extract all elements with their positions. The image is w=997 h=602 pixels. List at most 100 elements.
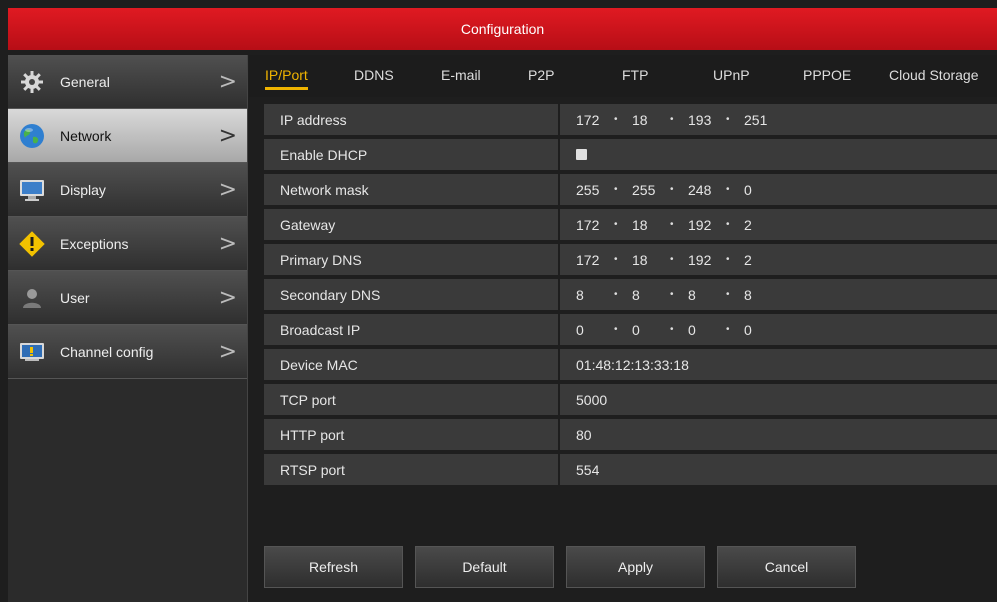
chevron-right-icon: > xyxy=(218,177,237,202)
octet-separator: • xyxy=(670,219,674,230)
ip-octet[interactable]: 18 xyxy=(632,252,670,268)
device-mac-value: 01:48:12:13:33:18 xyxy=(560,349,997,380)
ip-octet[interactable]: 8 xyxy=(632,287,670,303)
action-buttons: Refresh Default Apply Cancel xyxy=(264,546,868,588)
gateway-input[interactable]: 172 • 18 • 192 • 2 xyxy=(560,209,997,240)
sidebar-item-label: Display xyxy=(60,181,106,198)
sidebar-item-channel-config[interactable]: Channel config > xyxy=(8,325,247,379)
primary-dns-input[interactable]: 172 • 18 • 192 • 2 xyxy=(560,244,997,275)
ip-address-input[interactable]: 172 • 18 • 193 • 251 xyxy=(560,104,997,135)
sidebar-item-general[interactable]: General > xyxy=(8,55,247,109)
tab-p2p[interactable]: P2P xyxy=(528,67,554,83)
tcp-port-input[interactable]: 5000 xyxy=(560,384,997,415)
ip-octet[interactable]: 248 xyxy=(688,182,726,198)
warning-icon xyxy=(18,230,46,258)
default-button[interactable]: Default xyxy=(415,546,554,588)
form-row-ip-address: IP address 172 • 18 • 193 • 251 xyxy=(264,104,997,135)
octet-separator: • xyxy=(726,289,730,300)
ip-octet[interactable]: 251 xyxy=(744,112,782,128)
sidebar-item-label: User xyxy=(60,289,90,306)
refresh-button[interactable]: Refresh xyxy=(264,546,403,588)
http-port-input[interactable]: 80 xyxy=(560,419,997,450)
monitor-icon xyxy=(18,176,46,204)
tab-cloud-storage[interactable]: Cloud Storage xyxy=(889,67,979,83)
ip-octet[interactable]: 193 xyxy=(688,112,726,128)
ip-octet[interactable]: 8 xyxy=(576,287,614,303)
chevron-right-icon: > xyxy=(218,231,237,256)
octet-separator: • xyxy=(670,184,674,195)
ip-octet[interactable]: 255 xyxy=(632,182,670,198)
form-row-secondary-dns: Secondary DNS 8 • 8 • 8 • 8 xyxy=(264,279,997,310)
field-label: HTTP port xyxy=(264,419,558,450)
ip-octet: 0 xyxy=(688,321,696,338)
chevron-right-icon: > xyxy=(218,69,237,94)
form-row-http-port: HTTP port 80 xyxy=(264,419,997,450)
sidebar-item-label: Network xyxy=(60,127,112,144)
ip-octet[interactable]: 172 xyxy=(576,217,614,233)
tab-email[interactable]: E-mail xyxy=(441,67,481,83)
broadcast-ip-value: 0 • 0 • 0 • 0 xyxy=(560,314,997,345)
tab-bar: IP/Port DDNS E-mail P2P FTP UPnP PPPOE C… xyxy=(249,55,997,97)
ip-octet[interactable]: 18 xyxy=(632,112,670,128)
sidebar-item-exceptions[interactable]: Exceptions > xyxy=(8,217,247,271)
sidebar-item-label: General xyxy=(60,73,110,90)
ip-octet[interactable]: 0 xyxy=(744,182,782,198)
ip-octet[interactable]: 2 xyxy=(744,252,782,268)
sidebar-item-display[interactable]: Display > xyxy=(8,163,247,217)
tab-pppoe[interactable]: PPPOE xyxy=(803,67,851,83)
form-row-tcp-port: TCP port 5000 xyxy=(264,384,997,415)
octet-separator: • xyxy=(726,324,730,335)
form-row-network-mask: Network mask 255 • 255 • 248 • 0 xyxy=(264,174,997,205)
ip-octet: 0 xyxy=(744,321,752,338)
ip-octet[interactable]: 2 xyxy=(744,217,782,233)
octet-separator: • xyxy=(670,254,674,265)
apply-button[interactable]: Apply xyxy=(566,546,705,588)
cancel-button[interactable]: Cancel xyxy=(717,546,856,588)
ip-octet[interactable]: 255 xyxy=(576,182,614,198)
window-title: Configuration xyxy=(460,21,545,37)
ip-octet[interactable]: 172 xyxy=(576,252,614,268)
field-label: Primary DNS xyxy=(264,244,558,275)
ip-octet[interactable]: 192 xyxy=(688,252,726,268)
octet-separator: • xyxy=(614,219,618,230)
settings-form: IP address 172 • 18 • 193 • 251 Enable DHCP… xyxy=(264,104,997,489)
field-label: Device MAC xyxy=(264,349,558,380)
octet-separator: • xyxy=(614,289,618,300)
sidebar-item-user[interactable]: User > xyxy=(8,271,247,325)
field-label: Network mask xyxy=(264,174,558,205)
ip-octet[interactable]: 192 xyxy=(688,217,726,233)
title-bar: Configuration xyxy=(8,8,997,50)
form-row-rtsp-port: RTSP port 554 xyxy=(264,454,997,485)
field-label: Secondary DNS xyxy=(264,279,558,310)
octet-separator: • xyxy=(670,289,674,300)
ip-octet[interactable]: 18 xyxy=(632,217,670,233)
globe-icon xyxy=(18,122,46,150)
ip-octet[interactable]: 172 xyxy=(576,112,614,128)
enable-dhcp-checkbox[interactable] xyxy=(576,149,587,160)
tab-ddns[interactable]: DDNS xyxy=(354,67,394,83)
form-row-gateway: Gateway 172 • 18 • 192 • 2 xyxy=(264,209,997,240)
octet-separator: • xyxy=(614,184,618,195)
form-row-primary-dns: Primary DNS 172 • 18 • 192 • 2 xyxy=(264,244,997,275)
field-label: RTSP port xyxy=(264,454,558,485)
tab-ip-port[interactable]: IP/Port xyxy=(265,67,308,90)
secondary-dns-input[interactable]: 8 • 8 • 8 • 8 xyxy=(560,279,997,310)
ip-octet[interactable]: 8 xyxy=(744,287,782,303)
field-label: Gateway xyxy=(264,209,558,240)
tab-ftp[interactable]: FTP xyxy=(622,67,648,83)
sidebar-item-network[interactable]: Network > xyxy=(8,109,247,163)
field-label: TCP port xyxy=(264,384,558,415)
octet-separator: • xyxy=(614,114,618,125)
sidebar-item-label: Channel config xyxy=(60,343,154,360)
octet-separator: • xyxy=(670,324,674,335)
octet-separator: • xyxy=(614,254,618,265)
rtsp-port-input[interactable]: 554 xyxy=(560,454,997,485)
ip-octet[interactable]: 8 xyxy=(688,287,726,303)
tab-upnp[interactable]: UPnP xyxy=(713,67,750,83)
sidebar: General > Network > Display > Exceptions… xyxy=(8,55,248,602)
channel-icon xyxy=(18,338,46,366)
chevron-right-icon: > xyxy=(218,339,237,364)
ip-octet: 0 xyxy=(632,321,640,338)
network-mask-input[interactable]: 255 • 255 • 248 • 0 xyxy=(560,174,997,205)
octet-separator: • xyxy=(726,114,730,125)
